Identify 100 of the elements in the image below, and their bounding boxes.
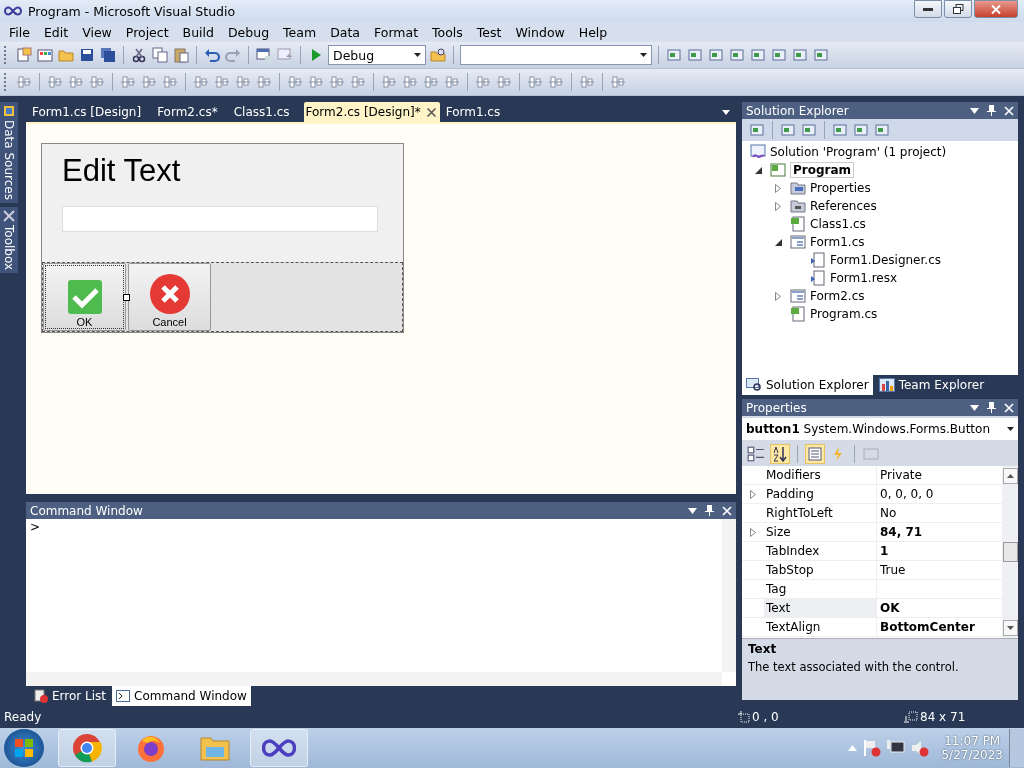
pin-icon[interactable] [987, 105, 996, 116]
toolbar-icon[interactable] [801, 122, 817, 138]
flag-error-icon[interactable] [863, 739, 882, 757]
document-tab[interactable]: Form2.cs [Design]* [303, 102, 440, 122]
property-name[interactable]: Size [764, 523, 877, 541]
save-all-icon[interactable] [100, 47, 116, 63]
align-icon[interactable] [256, 74, 272, 90]
align-icon[interactable] [475, 74, 491, 90]
property-name[interactable]: Tag [764, 580, 877, 598]
align-icon[interactable] [287, 74, 303, 90]
taskbar-app-button[interactable] [250, 729, 308, 767]
start-button[interactable] [4, 729, 44, 767]
close-button[interactable] [974, 0, 1018, 18]
align-icon[interactable] [68, 74, 84, 90]
folder-search-icon[interactable] [430, 47, 446, 63]
toolbar-icon[interactable] [708, 47, 724, 63]
align-icon[interactable] [162, 74, 178, 90]
menu-item[interactable]: View [75, 24, 119, 40]
property-value[interactable]: No [877, 504, 1002, 522]
menu-item[interactable]: Build [175, 24, 221, 40]
add-item-icon[interactable] [37, 47, 53, 63]
property-value[interactable]: 84, 71 [877, 523, 1002, 541]
property-value[interactable]: 1 [877, 542, 1002, 560]
align-icon[interactable] [235, 74, 251, 90]
tree-item[interactable]: Form1.resx [830, 271, 898, 285]
form-button[interactable]: Cancel [128, 263, 211, 331]
toolbar-icon[interactable] [771, 47, 787, 63]
toolbar-icon[interactable] [750, 47, 766, 63]
toolbar-icon[interactable] [780, 122, 796, 138]
expanded-arrow-icon[interactable] [754, 166, 762, 174]
property-name[interactable]: Modifiers [764, 466, 877, 484]
property-name[interactable]: Padding [764, 485, 877, 503]
dropdown-icon[interactable] [688, 507, 697, 514]
redo-icon[interactable] [225, 47, 241, 63]
align-icon[interactable] [329, 74, 345, 90]
align-icon[interactable] [444, 74, 460, 90]
align-icon[interactable] [16, 74, 32, 90]
tree-item[interactable]: Form1.cs [810, 235, 865, 249]
property-name[interactable]: TabIndex [764, 542, 877, 560]
property-value[interactable]: Private [877, 466, 1002, 484]
property-name[interactable]: RightToLeft [764, 504, 877, 522]
menu-item[interactable]: Data [323, 24, 367, 40]
property-name[interactable]: Text [764, 599, 877, 617]
align-icon[interactable] [47, 74, 63, 90]
scroll-down-icon[interactable] [1006, 626, 1014, 630]
tree-item[interactable]: Program.cs [810, 307, 878, 321]
toolbar-icon[interactable] [874, 122, 890, 138]
align-icon[interactable] [496, 74, 512, 90]
toolbar-icon[interactable] [749, 122, 765, 138]
align-icon[interactable] [610, 74, 626, 90]
tree-item[interactable]: Program [790, 162, 855, 178]
copy-icon[interactable] [152, 47, 168, 63]
text-field[interactable] [62, 206, 378, 232]
panel-tab[interactable]: Error List [30, 686, 111, 706]
toolbar-icon[interactable] [853, 122, 869, 138]
align-icon[interactable] [402, 74, 418, 90]
align-icon[interactable] [120, 74, 136, 90]
scroll-thumb[interactable] [1002, 542, 1018, 562]
open-folder-icon[interactable] [58, 47, 74, 63]
toolbar-icon[interactable] [832, 122, 848, 138]
property-value[interactable]: True [877, 561, 1002, 579]
align-icon[interactable] [350, 74, 366, 90]
toolbar-icon[interactable] [666, 47, 682, 63]
toolbar-icon[interactable] [813, 47, 829, 63]
collapsed-arrow-icon[interactable] [775, 201, 781, 211]
properties-view-button[interactable] [805, 444, 825, 464]
align-icon[interactable] [423, 74, 439, 90]
align-icon[interactable] [89, 74, 105, 90]
restore-button[interactable] [944, 0, 972, 18]
property-value[interactable]: 0, 0, 0, 0 [877, 485, 1002, 503]
categorized-icon[interactable] [747, 445, 765, 463]
menu-item[interactable]: Test [469, 24, 509, 40]
menu-item[interactable]: Edit [36, 24, 76, 40]
save-icon[interactable] [79, 47, 95, 63]
align-icon[interactable] [214, 74, 230, 90]
property-name[interactable]: TextAlign [764, 618, 877, 636]
configuration-dropdown[interactable]: Debug [328, 45, 426, 65]
tree-item[interactable]: References [810, 199, 877, 213]
document-tab[interactable]: Form1.cs [443, 102, 515, 122]
platform-dropdown[interactable] [460, 45, 652, 65]
resize-handle[interactable] [123, 294, 130, 301]
menu-item[interactable]: Team [276, 24, 324, 40]
scissors-icon[interactable] [131, 47, 147, 63]
document-tab[interactable]: Form2.cs* [155, 102, 232, 122]
show-hidden-icons-icon[interactable] [848, 745, 858, 751]
new-project-icon[interactable] [16, 47, 32, 63]
dropdown-icon[interactable] [722, 109, 730, 115]
vertical-scrollbar[interactable] [722, 519, 736, 672]
taskbar-app-button[interactable] [58, 729, 116, 767]
dropdown-icon[interactable] [970, 107, 979, 114]
paste-icon[interactable] [173, 47, 189, 63]
toolbar-icon[interactable] [687, 47, 703, 63]
show-desktop-button[interactable] [1009, 729, 1024, 767]
speaker-muted-icon[interactable] [911, 739, 930, 757]
align-icon[interactable] [381, 74, 397, 90]
toolbar-icon[interactable] [729, 47, 745, 63]
side-tab[interactable]: Data Sources [0, 102, 18, 203]
align-icon[interactable] [527, 74, 543, 90]
menu-item[interactable]: Debug [221, 24, 277, 40]
collapsed-arrow-icon[interactable] [750, 489, 756, 499]
